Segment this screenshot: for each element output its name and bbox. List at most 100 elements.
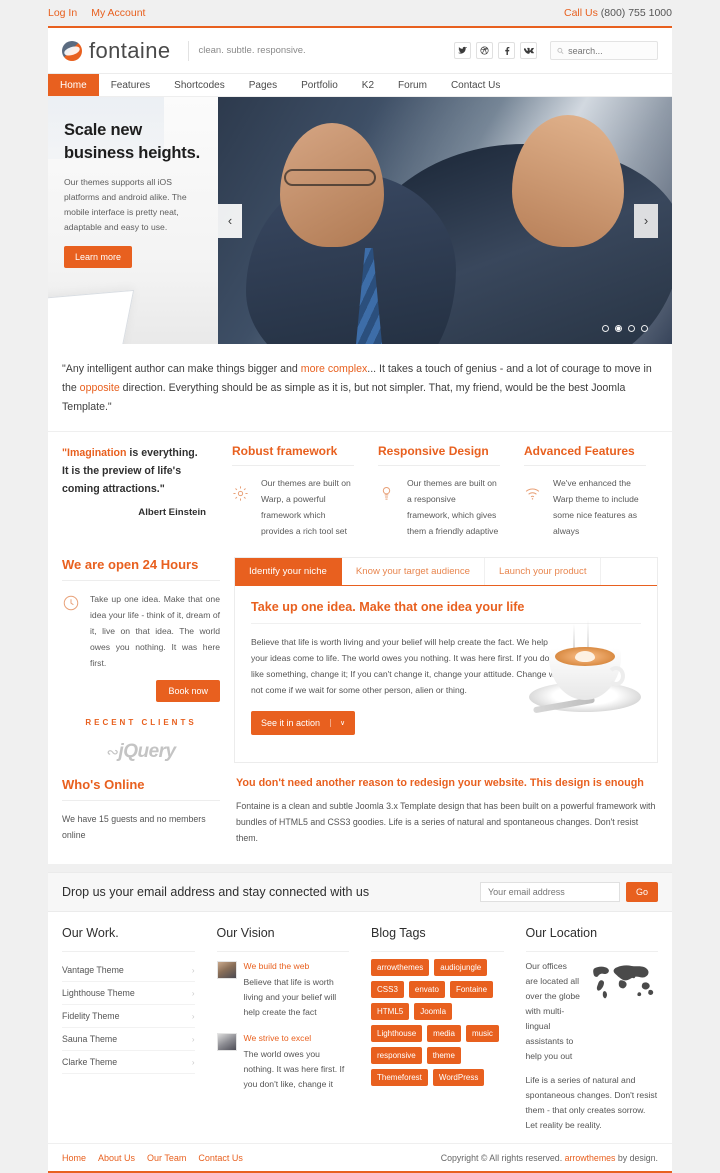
footer-blog-tags: Blog Tags arrowthemes audiojungle CSS3 e…	[360, 926, 515, 1133]
nav-item-shortcodes[interactable]: Shortcodes	[162, 74, 237, 96]
tag[interactable]: HTML5	[371, 1003, 410, 1020]
intro-quote-highlight-2[interactable]: opposite	[80, 382, 120, 394]
tag[interactable]: Joomla	[414, 1003, 453, 1020]
hero-prev-arrow-icon[interactable]: ‹	[218, 203, 242, 238]
hero-dot-4[interactable]	[641, 325, 648, 332]
tab-know-your-target-audience[interactable]: Know your target audience	[341, 558, 486, 585]
see-it-in-action-button[interactable]: See it in action ∨	[251, 711, 356, 735]
work-item-label: Sauna Theme	[62, 1034, 118, 1044]
vision-link[interactable]: We strive to excel	[244, 1031, 350, 1046]
search-box[interactable]	[550, 41, 658, 60]
open-hours-text: Take up one idea. Make that one idea you…	[90, 594, 220, 668]
book-now-button[interactable]: Book now	[156, 680, 220, 702]
hero-dot-2[interactable]	[615, 325, 622, 332]
login-link[interactable]: Log In	[48, 7, 77, 19]
tag[interactable]: Fontaine	[449, 981, 494, 998]
tag[interactable]: responsive	[371, 1047, 422, 1064]
list-item[interactable]: Sauna Theme ›	[62, 1028, 195, 1051]
page-root: Log In My Account Call Us (800) 755 1000…	[0, 0, 720, 1173]
facebook-icon[interactable]	[498, 42, 515, 59]
jquery-logo: ∾jQuery	[62, 741, 220, 763]
footer-blog-tags-title: Blog Tags	[371, 926, 504, 952]
footer-link-about-us[interactable]: About Us	[98, 1153, 135, 1163]
list-item: We strive to excel The world owes you no…	[216, 1031, 350, 1092]
coffee-handle	[607, 666, 625, 686]
clock-icon	[62, 591, 82, 671]
vision-text: The world owes you nothing. It was here …	[243, 1049, 345, 1089]
whos-online-row: Who's Online We have 15 guests and no me…	[48, 773, 672, 864]
chevron-down-icon: ∨	[330, 719, 345, 727]
tabs-header: Identify your niche Know your target aud…	[235, 558, 657, 586]
intro-quote-highlight-1[interactable]: more complex	[301, 363, 368, 375]
tab-launch-your-product[interactable]: Launch your product	[485, 558, 602, 585]
tag[interactable]: Themeforest	[371, 1069, 428, 1086]
call-us-label: Call Us	[564, 7, 598, 19]
nav-item-home[interactable]: Home	[48, 74, 99, 96]
feature-title: Advanced Features	[524, 444, 646, 466]
newsletter-email-input[interactable]	[480, 882, 620, 902]
footer-our-location-title: Our Location	[525, 926, 658, 952]
bulb-icon	[378, 475, 398, 539]
search-icon	[557, 47, 564, 54]
chevron-right-icon: ›	[191, 1057, 195, 1067]
list-item[interactable]: Vantage Theme ›	[62, 959, 195, 982]
footer-bottom-links: Home About Us Our Team Contact Us	[62, 1153, 243, 1163]
logo[interactable]: fontaine clean. subtle. responsive.	[62, 38, 306, 64]
tabs-card: Identify your niche Know your target aud…	[234, 557, 658, 763]
feature-text: Our themes are built on Warp, a powerful…	[261, 478, 351, 536]
tag[interactable]: theme	[426, 1047, 461, 1064]
chevron-right-icon: ›	[191, 965, 195, 975]
tag[interactable]: envato	[408, 981, 445, 998]
dribbble-icon[interactable]	[476, 42, 493, 59]
tag[interactable]: CSS3	[371, 981, 404, 998]
location-text-bottom: Life is a series of natural and spontane…	[525, 1075, 658, 1130]
work-item-label: Fidelity Theme	[62, 1011, 120, 1021]
tab-identify-your-niche[interactable]: Identify your niche	[235, 558, 342, 585]
chevron-right-icon: ›	[191, 1011, 195, 1021]
vk-icon[interactable]	[520, 42, 537, 59]
copyright: Copyright © All rights reserved. arrowth…	[441, 1153, 658, 1163]
learn-more-button[interactable]: Learn more	[64, 246, 133, 268]
site-header: fontaine clean. subtle. responsive.	[48, 28, 672, 74]
nav-item-pages[interactable]: Pages	[237, 74, 289, 96]
location-text-top: Our offices are located all over the glo…	[525, 961, 580, 1061]
nav-item-portfolio[interactable]: Portfolio	[289, 74, 350, 96]
list-item[interactable]: Clarke Theme ›	[62, 1051, 195, 1074]
footer-link-our-team[interactable]: Our Team	[147, 1153, 186, 1163]
footer-our-work: Our Work. Vantage Theme › Lighthouse The…	[62, 926, 206, 1133]
footer-link-home[interactable]: Home	[62, 1153, 86, 1163]
hero-dot-1[interactable]	[602, 325, 609, 332]
footer-link-contact-us[interactable]: Contact Us	[198, 1153, 243, 1163]
nav-item-features[interactable]: Features	[99, 74, 162, 96]
feature-title: Robust framework	[232, 444, 354, 466]
copyright-link[interactable]: arrowthemes	[565, 1153, 616, 1163]
feature-title: Responsive Design	[378, 444, 500, 466]
tag[interactable]: audiojungle	[434, 959, 488, 976]
hero-dot-3[interactable]	[628, 325, 635, 332]
tag[interactable]: music	[465, 1025, 499, 1042]
list-item[interactable]: Lighthouse Theme ›	[62, 982, 195, 1005]
feature-responsive-design: Responsive Design Our themes are built o…	[366, 444, 512, 539]
list-item[interactable]: Fidelity Theme ›	[62, 1005, 195, 1028]
tag[interactable]: WordPress	[432, 1069, 485, 1086]
nav-item-contact-us[interactable]: Contact Us	[439, 74, 512, 96]
tag[interactable]: media	[427, 1025, 461, 1042]
nav-item-k2[interactable]: K2	[350, 74, 386, 96]
tag[interactable]: Lighthouse	[371, 1025, 423, 1042]
nav-item-forum[interactable]: Forum	[386, 74, 439, 96]
search-input[interactable]	[568, 45, 651, 56]
main-nav: Home Features Shortcodes Pages Portfolio…	[48, 74, 672, 97]
newsletter-go-button[interactable]: Go	[626, 882, 658, 902]
newsletter-title: Drop us your email address and stay conn…	[62, 885, 370, 899]
features-row: "Imagination is everything. It is the pr…	[48, 432, 672, 557]
hero-next-arrow-icon[interactable]: ›	[634, 203, 658, 238]
tag[interactable]: arrowthemes	[371, 959, 430, 976]
whos-online-text: We have 15 guests and no members online	[62, 814, 206, 840]
twitter-icon[interactable]	[454, 42, 471, 59]
hero-photo-glasses	[284, 169, 376, 186]
chevron-right-icon: ›	[191, 988, 195, 998]
my-account-link[interactable]: My Account	[91, 7, 145, 19]
vision-link[interactable]: We build the web	[244, 959, 350, 974]
redesign-title: You don't need another reason to redesig…	[236, 777, 644, 789]
footer-our-vision-title: Our Vision	[216, 926, 349, 952]
